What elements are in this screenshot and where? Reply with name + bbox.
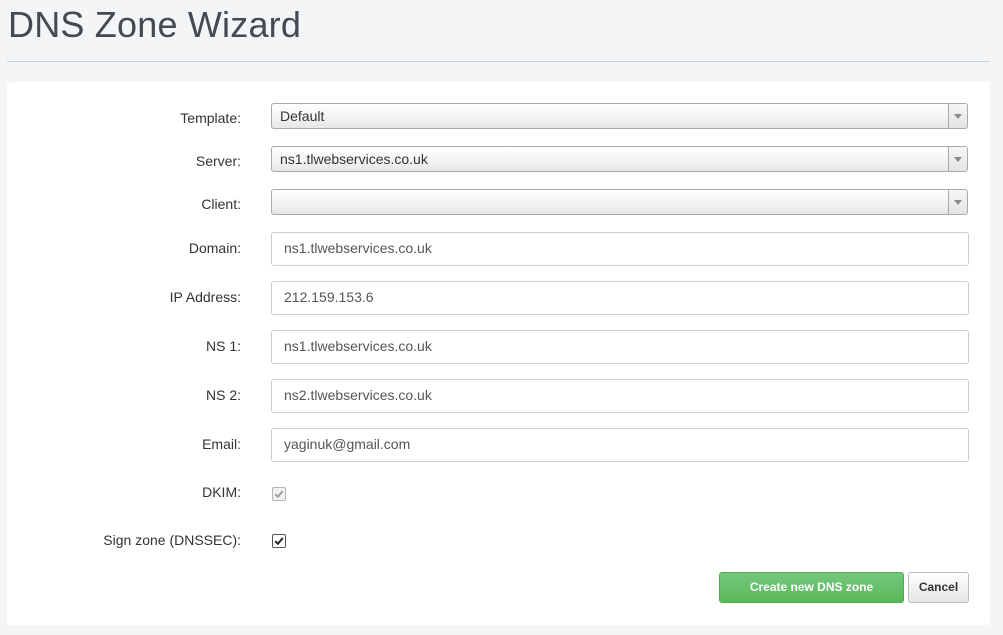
title-divider	[7, 61, 990, 62]
ns2-label: NS 2:	[205, 387, 241, 403]
server-label: Server:	[195, 153, 241, 169]
email-input[interactable]: yaginuk@gmail.com	[271, 428, 969, 462]
create-dns-zone-button[interactable]: Create new DNS zone	[719, 572, 904, 603]
sign-zone-checkbox[interactable]	[272, 534, 286, 548]
ns1-input-value: ns1.tlwebservices.co.uk	[284, 338, 432, 354]
page-title: DNS Zone Wizard	[8, 4, 302, 45]
dkim-checkbox[interactable]	[272, 487, 286, 501]
chevron-down-icon[interactable]	[948, 190, 967, 214]
cancel-button[interactable]: Cancel	[908, 572, 969, 603]
email-input-value: yaginuk@gmail.com	[284, 436, 411, 452]
checkmark-icon	[274, 490, 284, 499]
domain-label: Domain:	[188, 240, 241, 256]
template-label: Template:	[180, 110, 241, 126]
wizard-form-panel: Template: Default Server: ns1.tlwebservi…	[7, 82, 990, 625]
chevron-down-icon[interactable]	[948, 104, 967, 128]
chevron-down-icon[interactable]	[948, 147, 967, 171]
checkmark-icon	[274, 537, 284, 546]
domain-input[interactable]: ns1.tlwebservices.co.uk	[271, 232, 969, 266]
ns2-input-value: ns2.tlwebservices.co.uk	[284, 387, 432, 403]
ip-address-input-value: 212.159.153.6	[284, 289, 374, 305]
sign-zone-label: Sign zone (DNSSEC):	[103, 532, 241, 548]
email-label: Email:	[202, 436, 241, 452]
server-select[interactable]: ns1.tlwebservices.co.uk	[271, 146, 968, 172]
client-label: Client:	[201, 196, 241, 212]
ns1-input[interactable]: ns1.tlwebservices.co.uk	[271, 330, 969, 364]
ns1-label: NS 1:	[205, 338, 241, 354]
server-select-value: ns1.tlwebservices.co.uk	[280, 151, 428, 167]
client-select[interactable]	[271, 189, 968, 215]
domain-input-value: ns1.tlwebservices.co.uk	[284, 240, 432, 256]
dkim-label: DKIM:	[202, 484, 241, 500]
ip-address-input[interactable]: 212.159.153.6	[271, 281, 969, 315]
ip-address-label: IP Address:	[169, 289, 241, 305]
template-select[interactable]: Default	[271, 103, 968, 129]
ns2-input[interactable]: ns2.tlwebservices.co.uk	[271, 379, 969, 413]
template-select-value: Default	[280, 108, 325, 124]
